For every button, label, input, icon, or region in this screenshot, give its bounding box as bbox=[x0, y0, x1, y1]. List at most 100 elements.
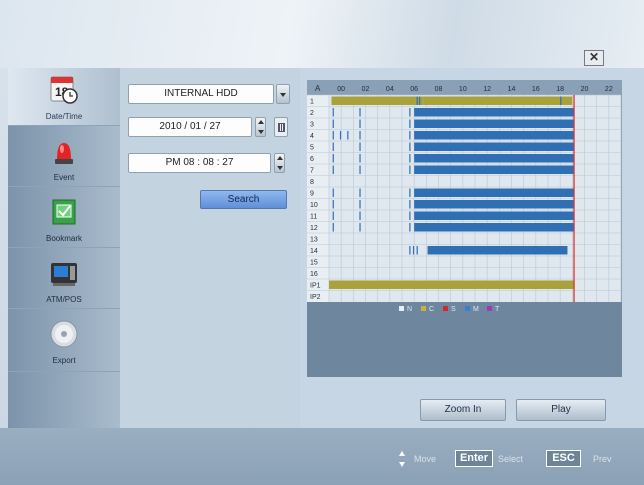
recording-mark bbox=[533, 246, 535, 255]
recording-segment bbox=[414, 165, 575, 174]
recording-mark bbox=[409, 108, 411, 117]
recording-segment bbox=[414, 211, 575, 220]
recording-mark bbox=[332, 154, 334, 163]
recording-mark bbox=[409, 188, 411, 197]
row-label: 13 bbox=[310, 237, 318, 244]
recording-mark bbox=[332, 142, 334, 151]
prev-hint: Prev bbox=[593, 454, 612, 464]
recording-timeline[interactable]: A 00 02 04 06 08 10 12 14 16 18 20 22 1 2 3 4 5 6 7 8 9 10 11 12… bbox=[307, 80, 622, 377]
recording-mark bbox=[332, 211, 334, 220]
hour-label: 18 bbox=[556, 86, 564, 93]
recording-mark bbox=[409, 131, 411, 140]
legend-swatch bbox=[399, 306, 404, 311]
hour-label: 20 bbox=[581, 86, 589, 93]
legend-label: C bbox=[429, 306, 434, 313]
hour-label: 08 bbox=[435, 86, 443, 93]
recording-mark bbox=[359, 165, 361, 174]
row-label: IP1 bbox=[310, 283, 321, 290]
recording-mark bbox=[332, 200, 334, 209]
recording-mark bbox=[409, 154, 411, 163]
legend-label: S bbox=[451, 306, 456, 313]
select-hint: Select bbox=[498, 454, 524, 464]
recording-mark bbox=[359, 200, 361, 209]
time-stepper[interactable] bbox=[274, 153, 285, 173]
row-label: 14 bbox=[310, 248, 318, 255]
title-bar bbox=[0, 0, 644, 68]
esc-key: ESC bbox=[546, 450, 581, 467]
hour-label: 22 bbox=[605, 86, 613, 93]
sidebar-item-label: Bookmark bbox=[45, 234, 82, 243]
alarm-siren-icon bbox=[55, 143, 73, 164]
up-down-arrows-icon bbox=[399, 451, 405, 467]
hour-label: 14 bbox=[508, 86, 516, 93]
time-field[interactable]: PM 08 : 08 : 27 bbox=[128, 153, 271, 173]
sidebar-item-atm-pos[interactable]: ATM/POS bbox=[8, 251, 120, 309]
recording-segment bbox=[414, 188, 575, 197]
recording-mark bbox=[359, 211, 361, 220]
recording-mark bbox=[347, 131, 349, 140]
sidebar-item-label: ATM/POS bbox=[46, 295, 82, 304]
close-icon: ✕ bbox=[588, 50, 600, 64]
row-label: 7 bbox=[310, 168, 314, 175]
legend-swatch bbox=[443, 306, 448, 311]
recording-mark bbox=[359, 108, 361, 117]
recording-mark bbox=[416, 246, 418, 255]
row-label: 12 bbox=[310, 225, 318, 232]
legend-swatch bbox=[421, 306, 426, 311]
row-label: 4 bbox=[310, 133, 314, 140]
sidebar-item-export[interactable]: Export bbox=[8, 312, 120, 372]
recording-segment bbox=[414, 96, 424, 105]
date-stepper[interactable] bbox=[255, 117, 266, 137]
recording-mark bbox=[359, 154, 361, 163]
close-button[interactable]: ✕ bbox=[584, 50, 604, 66]
sidebar: 18 Date/Time Event Bookmark ATM/POS Expo… bbox=[8, 68, 120, 428]
zoom-in-button[interactable]: Zoom In bbox=[420, 399, 506, 421]
recording-mark bbox=[332, 165, 334, 174]
sidebar-item-event[interactable]: Event bbox=[8, 129, 120, 187]
recording-segment bbox=[414, 200, 575, 209]
recording-mark bbox=[409, 211, 411, 220]
sidebar-item-bookmark[interactable]: Bookmark bbox=[8, 190, 120, 248]
sidebar-item-label: Export bbox=[52, 356, 76, 365]
enter-key: Enter bbox=[455, 450, 493, 467]
row-label: 3 bbox=[310, 122, 314, 129]
row-label: 10 bbox=[310, 202, 318, 209]
hour-label: 12 bbox=[483, 86, 491, 93]
recording-mark bbox=[359, 223, 361, 232]
storage-select[interactable]: INTERNAL HDD bbox=[128, 84, 274, 104]
row-label: 2 bbox=[310, 110, 314, 117]
recording-mark bbox=[409, 165, 411, 174]
row-label: 8 bbox=[310, 179, 314, 186]
hour-label: 06 bbox=[410, 86, 418, 93]
legend-label: N bbox=[407, 306, 412, 313]
timeline-grid[interactable]: A 00 02 04 06 08 10 12 14 16 18 20 22123456789101112… bbox=[307, 80, 622, 377]
legend-label: T bbox=[495, 306, 500, 313]
date-field[interactable]: 2010 / 01 / 27 bbox=[128, 117, 252, 137]
recording-mark bbox=[489, 246, 491, 255]
disc-icon bbox=[50, 320, 78, 348]
row-label: 15 bbox=[310, 260, 318, 267]
recording-mark bbox=[412, 246, 415, 255]
recording-mark bbox=[419, 96, 421, 105]
recording-mark bbox=[332, 108, 334, 117]
hour-label: 16 bbox=[532, 86, 540, 93]
recording-mark bbox=[359, 188, 361, 197]
row-label: 5 bbox=[310, 145, 314, 152]
recording-segment bbox=[331, 96, 415, 105]
recording-segment bbox=[414, 142, 575, 151]
recording-mark bbox=[359, 119, 361, 128]
search-button[interactable]: Search bbox=[200, 190, 287, 209]
chevron-down-icon[interactable] bbox=[276, 84, 290, 104]
recording-mark bbox=[560, 96, 562, 105]
recording-mark bbox=[339, 131, 342, 140]
recording-mark bbox=[359, 142, 361, 151]
sidebar-item-date-time[interactable]: 18 Date/Time bbox=[8, 68, 120, 126]
search-screen: ✕ 18 Date/Time Event Bookmark ATM/POS Ex… bbox=[0, 0, 644, 485]
legend-label: M bbox=[473, 306, 479, 313]
calendar-button[interactable] bbox=[274, 117, 288, 137]
row-label: 1 bbox=[310, 99, 314, 106]
play-button[interactable]: Play bbox=[516, 399, 606, 421]
sidebar-item-label: Date/Time bbox=[45, 112, 83, 121]
recording-mark bbox=[332, 188, 334, 197]
recording-segment bbox=[423, 96, 573, 105]
